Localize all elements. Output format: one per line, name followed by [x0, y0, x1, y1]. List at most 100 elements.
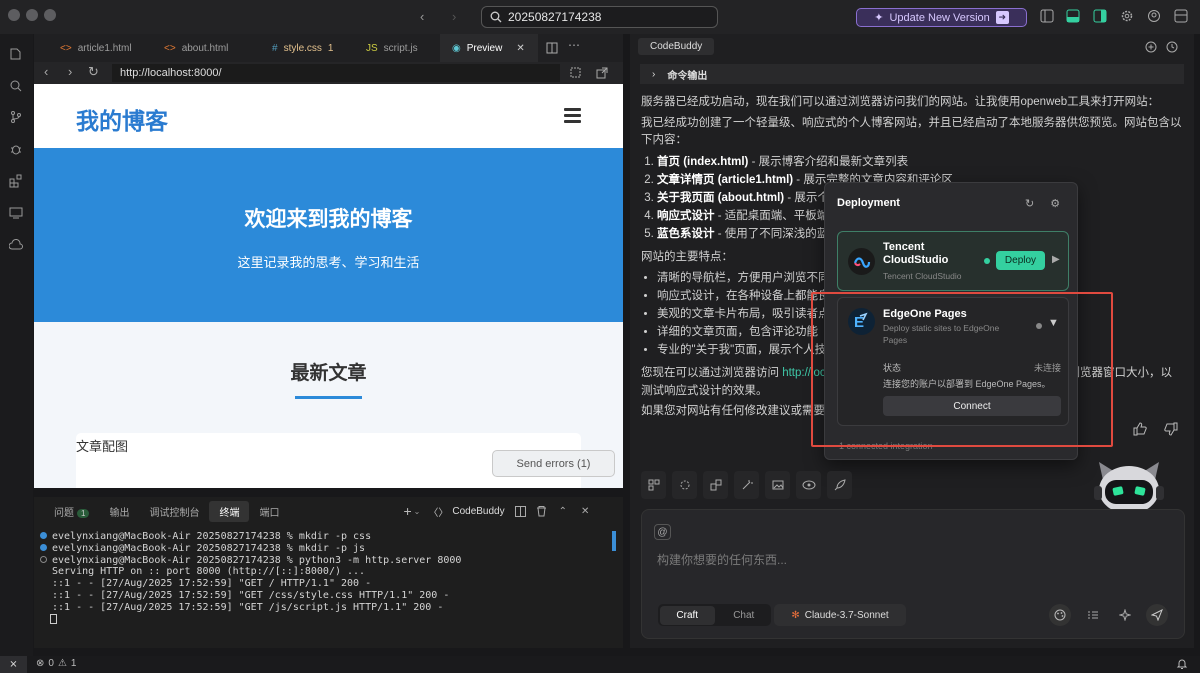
plugin-icon[interactable]: [672, 471, 697, 499]
provider-tencent-cloudstudio[interactable]: Tencent CloudStudio Tencent CloudStudio …: [837, 231, 1069, 291]
preview-eye-icon[interactable]: [796, 471, 821, 499]
tab-style-css[interactable]: # style.css 1: [224, 34, 333, 62]
close-tab-icon[interactable]: ✕: [516, 43, 524, 54]
chevron-down-icon[interactable]: ⌄: [414, 507, 421, 516]
expand-arrow-icon[interactable]: ▶: [1052, 254, 1060, 265]
extensions-icon[interactable]: [9, 174, 23, 188]
gear-icon[interactable]: [1120, 9, 1134, 23]
broken-image-alt: 文章配图: [76, 439, 129, 454]
update-label: Update New Version: [889, 11, 990, 24]
site-logo[interactable]: 我的博客: [76, 102, 168, 136]
split-terminal-icon[interactable]: [514, 505, 526, 517]
model-selector[interactable]: ✻ Claude-3.7-Sonnet: [774, 604, 906, 626]
checklist-icon[interactable]: [1082, 604, 1104, 626]
bell-icon[interactable]: [1176, 658, 1188, 670]
send-errors-button[interactable]: Send errors (1): [492, 450, 615, 477]
codebuddy-title[interactable]: CodeBuddy: [638, 38, 715, 55]
terminal-scrollbar[interactable]: [612, 531, 616, 551]
tab-script-js[interactable]: JS script.js: [330, 34, 440, 62]
command-output-collapsible[interactable]: › 命令输出: [640, 64, 1184, 84]
refresh-icon[interactable]: ↻: [1025, 197, 1034, 210]
tab-output[interactable]: 输出: [99, 501, 139, 522]
magic-wand-icon[interactable]: [734, 471, 759, 499]
panel-tabs: 问题 1 输出 调试控制台 终端 端口 + ⌄ 〈〉 CodeBuddy ⌃ ✕: [34, 497, 623, 525]
rocket-icon[interactable]: [827, 471, 852, 499]
command-search-input[interactable]: 20250827174238: [481, 6, 718, 28]
close-panel-icon[interactable]: ✕: [581, 506, 589, 517]
inspect-icon[interactable]: [570, 67, 582, 79]
forward-arrow-icon[interactable]: ›: [68, 64, 72, 79]
split-editor-icon[interactable]: [546, 42, 558, 54]
maximize-panel-icon[interactable]: ⌃: [559, 506, 567, 517]
forward-arrow-icon[interactable]: ›: [452, 9, 456, 24]
chat-paragraph: 服务器已经成功启动，现在我们可以通过浏览器访问我们的网站。让我使用openweb…: [641, 96, 1160, 108]
account-icon[interactable]: [1147, 9, 1161, 23]
tab-preview[interactable]: ◉ Preview ✕: [440, 34, 538, 62]
remote-explorer-icon[interactable]: [9, 206, 23, 220]
close-window-button[interactable]: [8, 9, 20, 21]
remote-indicator-icon[interactable]: ⨯: [0, 656, 27, 673]
shell-label[interactable]: CodeBuddy: [452, 506, 504, 517]
tab-about[interactable]: <> about.html: [128, 34, 228, 62]
error-count: 0: [48, 658, 54, 669]
update-version-button[interactable]: ✦ Update New Version ➜: [856, 8, 1027, 27]
context-icon[interactable]: [641, 471, 666, 499]
mode-craft[interactable]: Craft: [660, 605, 715, 625]
thumbs-down-icon[interactable]: [1163, 421, 1179, 437]
tab-terminal[interactable]: 终端: [209, 500, 250, 522]
back-arrow-icon[interactable]: ‹: [420, 9, 424, 24]
trash-icon[interactable]: [536, 505, 547, 517]
image-icon[interactable]: [765, 471, 790, 499]
tab-problems[interactable]: 问题 1: [44, 501, 99, 522]
chat-input-placeholder[interactable]: 构建你想要的任何东西...: [657, 551, 787, 568]
search-icon: [490, 11, 502, 23]
chat-input-area[interactable]: @ 构建你想要的任何东西... Craft Chat ✻ Claude-3.7-…: [641, 509, 1185, 639]
search-icon[interactable]: [9, 79, 23, 93]
terminal-line: [40, 613, 461, 626]
thumbs-up-icon[interactable]: [1132, 421, 1148, 437]
tab-ports[interactable]: 端口: [249, 501, 289, 522]
tab-article1[interactable]: <> article1.html: [34, 34, 132, 62]
terminal-output[interactable]: evelynxiang@MacBook-Air 20250827174238 %…: [40, 531, 461, 625]
tab-label: about.html: [181, 42, 229, 54]
tab-label: 问题: [54, 507, 74, 519]
debug-icon[interactable]: [9, 142, 23, 156]
gear-icon[interactable]: ⚙: [1050, 197, 1060, 210]
editor-tabs: <> article1.html <> about.html # style.css 1…: [34, 34, 623, 62]
deploy-button[interactable]: Deploy: [996, 251, 1045, 270]
terminal-text: evelynxiang@MacBook-Air 20250827174238 %…: [52, 542, 366, 554]
problems-indicator[interactable]: ⊗ 0 ⚠ 1: [36, 658, 76, 669]
minimize-window-button[interactable]: [26, 9, 38, 21]
tab-debug-console[interactable]: 调试控制台: [139, 501, 209, 522]
sidebar-right-icon[interactable]: [1093, 9, 1107, 23]
palette-icon[interactable]: [1049, 604, 1071, 626]
zoom-window-button[interactable]: [44, 9, 56, 21]
preview-url-bar: ‹ › ↻ http://localhost:8000/: [34, 62, 623, 84]
connected-status-dot: [984, 258, 990, 264]
url-input[interactable]: http://localhost:8000/: [112, 64, 560, 82]
open-external-icon[interactable]: [596, 67, 608, 79]
html-icon: <>: [164, 42, 176, 54]
new-terminal-icon[interactable]: +: [403, 503, 411, 519]
files-icon[interactable]: [9, 47, 23, 61]
source-control-icon[interactable]: [9, 110, 23, 124]
panel-bottom-icon[interactable]: [1066, 9, 1080, 23]
cloud-deploy-icon[interactable]: [9, 238, 23, 252]
sparkle-icon[interactable]: [1114, 604, 1136, 626]
codebuddy-header: CodeBuddy: [630, 34, 1194, 60]
reload-icon[interactable]: ↻: [88, 64, 99, 80]
back-arrow-icon[interactable]: ‹: [44, 64, 48, 79]
more-actions-icon[interactable]: ⋯: [568, 38, 580, 62]
arrow-right-icon: ➜: [995, 11, 1009, 24]
send-icon[interactable]: [1146, 604, 1168, 626]
mode-chat[interactable]: Chat: [717, 610, 772, 621]
mention-button[interactable]: @: [654, 524, 671, 540]
history-icon[interactable]: [1166, 41, 1178, 53]
layout-icon[interactable]: [1174, 9, 1188, 23]
search-text: 20250827174238: [508, 10, 602, 24]
tab-label: article1.html: [77, 42, 132, 54]
blocks-icon[interactable]: [703, 471, 728, 499]
sidebar-left-icon[interactable]: [1040, 9, 1054, 23]
hamburger-menu-icon[interactable]: [564, 108, 581, 123]
new-chat-icon[interactable]: [1145, 41, 1157, 53]
